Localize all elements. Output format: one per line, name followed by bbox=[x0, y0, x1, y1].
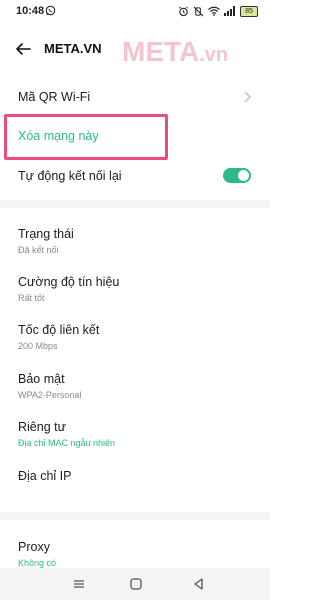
link-speed-value: 200 Mbps bbox=[18, 341, 58, 351]
wifi-qr-code-label: Mã QR Wi-Fi bbox=[18, 90, 91, 104]
back-triangle-icon[interactable] bbox=[192, 577, 206, 591]
signal-icon bbox=[224, 6, 235, 16]
ip-address-label: Địa chỉ IP bbox=[18, 469, 72, 483]
silent-icon bbox=[193, 6, 204, 16]
forget-network-label: Xóa mạng này bbox=[18, 129, 99, 143]
privacy-row[interactable]: Riêng tư Địa chỉ MAC ngẫu nhiên bbox=[18, 420, 258, 448]
page-title: META.VN bbox=[44, 41, 102, 56]
wifi-qr-code-row[interactable]: Mã QR Wi-Fi bbox=[18, 90, 258, 104]
proxy-label: Proxy bbox=[18, 540, 50, 554]
navigation-bar bbox=[0, 568, 270, 600]
header: META.VN META.vn bbox=[0, 30, 270, 70]
signal-strength-label: Cường độ tín hiệu bbox=[18, 275, 120, 289]
auto-reconnect-row[interactable]: Tự động kết nối lại bbox=[18, 169, 258, 183]
recents-icon[interactable] bbox=[72, 577, 86, 591]
wifi-icon bbox=[208, 6, 220, 16]
privacy-value: Địa chỉ MAC ngẫu nhiên bbox=[18, 438, 116, 448]
section-divider bbox=[0, 200, 270, 208]
chevron-right-icon bbox=[244, 91, 251, 103]
signal-strength-value: Rất tốt bbox=[18, 293, 45, 303]
privacy-label: Riêng tư bbox=[18, 420, 66, 434]
status-time: 10:48 bbox=[16, 5, 45, 17]
toggle-knob bbox=[238, 170, 249, 181]
status-value: Đã kết nối bbox=[18, 245, 59, 255]
status-bar: 10:48 85 bbox=[0, 0, 270, 24]
auto-reconnect-label: Tự động kết nối lại bbox=[18, 169, 122, 183]
alarm-icon bbox=[179, 6, 188, 16]
link-speed-row: Tốc độ liên kết 200 Mbps bbox=[18, 323, 258, 351]
status-label: Trạng thái bbox=[18, 227, 74, 241]
whatsapp-icon bbox=[45, 5, 56, 16]
home-icon[interactable] bbox=[129, 577, 143, 591]
link-speed-label: Tốc độ liên kết bbox=[18, 323, 100, 337]
security-row: Bảo mật WPA2-Personal bbox=[18, 372, 258, 400]
status-row: Trạng thái Đã kết nối bbox=[18, 227, 258, 255]
forget-network-button[interactable]: Xóa mạng này bbox=[18, 129, 258, 143]
auto-reconnect-toggle[interactable] bbox=[223, 168, 251, 183]
battery-indicator: 85 bbox=[240, 6, 258, 17]
section-divider bbox=[0, 512, 270, 520]
proxy-value: Không có bbox=[18, 558, 57, 568]
security-label: Bảo mật bbox=[18, 372, 65, 386]
back-arrow-icon[interactable] bbox=[14, 40, 32, 58]
proxy-row[interactable]: Proxy Không có bbox=[18, 540, 258, 568]
watermark-logo: META.vn bbox=[122, 36, 229, 67]
security-value: WPA2-Personal bbox=[18, 390, 82, 400]
signal-strength-row: Cường độ tín hiệu Rất tốt bbox=[18, 275, 258, 303]
ip-address-row: Địa chỉ IP bbox=[18, 469, 258, 483]
